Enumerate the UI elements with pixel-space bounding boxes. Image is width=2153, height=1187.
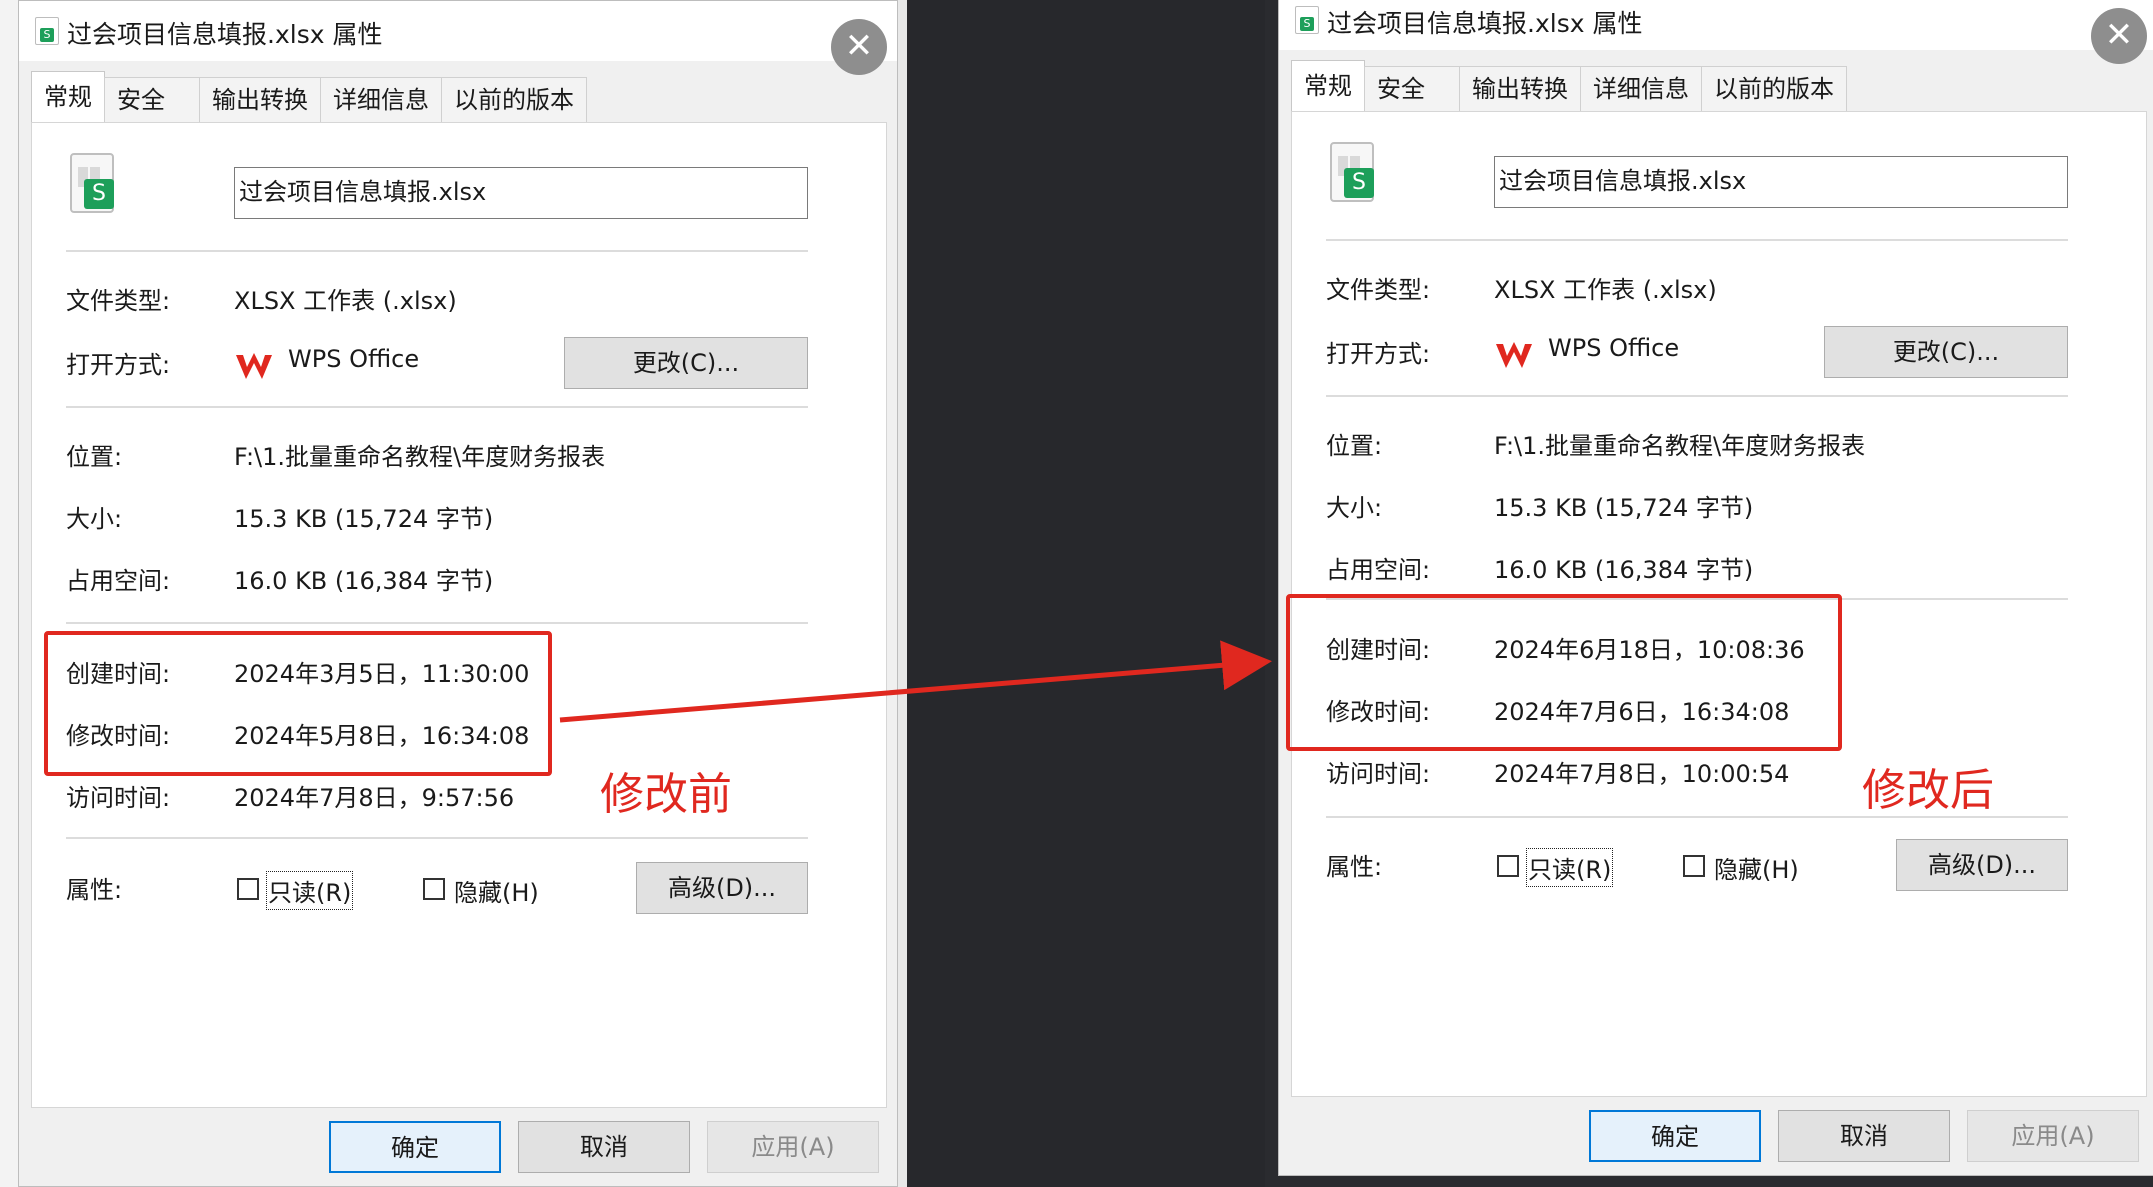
file-type-value: XLSX 工作表 (.xlsx) — [1494, 276, 1717, 304]
location-value: F:\1.批量重命名教程\年度财务报表 — [234, 443, 606, 471]
disk-size-label: 占用空间: — [1326, 556, 1431, 584]
open-with-value: WPS Office — [1548, 334, 1680, 362]
xlsx-file-icon — [1295, 6, 1319, 34]
readonly-label[interactable]: 只读(R) — [1525, 848, 1614, 887]
location-label: 位置: — [1326, 432, 1383, 460]
disk-size-value: 16.0 KB (16,384 字节) — [234, 567, 494, 595]
tab-strip: 常规 安全 输出转换 详细信息 以前的版本 — [31, 71, 587, 123]
ok-button[interactable]: 确定 — [329, 1121, 501, 1173]
tab-general[interactable]: 常规 — [1291, 60, 1365, 111]
tab-details[interactable]: 详细信息 — [320, 77, 442, 122]
size-value: 15.3 KB (15,724 字节) — [234, 505, 494, 533]
size-label: 大小: — [66, 505, 123, 533]
attributes-label: 属性: — [1326, 853, 1383, 881]
annotation-after: 修改后 — [1862, 765, 1994, 816]
separator — [1326, 239, 2068, 241]
xlsx-file-icon: S — [70, 153, 118, 213]
filename-field[interactable]: 过会项目信息填报.xlsx — [1494, 156, 2068, 208]
separator — [66, 250, 808, 252]
xlsx-file-icon: S — [1330, 142, 1378, 202]
size-value: 15.3 KB (15,724 字节) — [1494, 494, 1754, 522]
tab-previous-versions[interactable]: 以前的版本 — [441, 77, 587, 122]
tab-security[interactable]: 安全 — [1364, 66, 1460, 111]
accessed-label: 访问时间: — [1326, 760, 1431, 788]
tab-previous-versions[interactable]: 以前的版本 — [1701, 66, 1847, 111]
accessed-value: 2024年7月8日，10:00:54 — [1494, 760, 1790, 788]
filename-field[interactable]: 过会项目信息填报.xlsx — [234, 167, 808, 219]
open-with-label: 打开方式: — [66, 351, 171, 379]
desktop-background — [907, 0, 1265, 1187]
tab-output-conversion[interactable]: 输出转换 — [199, 77, 321, 122]
separator — [66, 406, 808, 408]
wps-logo-icon — [1496, 342, 1532, 368]
separator — [66, 622, 808, 624]
separator — [66, 837, 808, 839]
tab-details[interactable]: 详细信息 — [1580, 66, 1702, 111]
highlight-box-after — [1286, 594, 1842, 751]
apply-button[interactable]: 应用(A) — [1967, 1110, 2139, 1162]
readonly-label[interactable]: 只读(R) — [265, 871, 354, 910]
file-type-label: 文件类型: — [66, 287, 171, 315]
highlight-box-before — [44, 631, 552, 776]
tab-output-conversion[interactable]: 输出转换 — [1459, 66, 1581, 111]
tab-general[interactable]: 常规 — [31, 71, 105, 122]
change-button[interactable]: 更改(C)... — [564, 337, 808, 389]
readonly-checkbox[interactable] — [1497, 855, 1519, 877]
location-value: F:\1.批量重命名教程\年度财务报表 — [1494, 432, 1866, 460]
hidden-label[interactable]: 隐藏(H) — [1714, 850, 1799, 885]
advanced-button[interactable]: 高级(D)... — [636, 862, 808, 914]
accessed-label: 访问时间: — [66, 784, 171, 812]
window-title: 过会项目信息填报.xlsx 属性 — [67, 20, 383, 49]
window-title: 过会项目信息填报.xlsx 属性 — [1327, 9, 1643, 38]
annotation-before: 修改前 — [600, 769, 732, 820]
apply-button[interactable]: 应用(A) — [707, 1121, 879, 1173]
hidden-checkbox[interactable] — [1683, 855, 1705, 877]
cancel-button[interactable]: 取消 — [518, 1121, 690, 1173]
properties-dialog-after: 过会项目信息填报.xlsx 属性 ✕ 常规 安全 输出转换 详细信息 以前的版本… — [1278, 0, 2153, 1176]
hidden-label[interactable]: 隐藏(H) — [454, 873, 539, 908]
title-bar: 过会项目信息填报.xlsx 属性 ✕ — [1279, 0, 2153, 64]
open-with-label: 打开方式: — [1326, 340, 1431, 368]
disk-size-value: 16.0 KB (16,384 字节) — [1494, 556, 1754, 584]
file-type-label: 文件类型: — [1326, 276, 1431, 304]
separator — [1326, 395, 2068, 397]
title-bar: 过会项目信息填报.xlsx 属性 ✕ — [19, 1, 897, 75]
open-with-value: WPS Office — [288, 345, 420, 373]
advanced-button[interactable]: 高级(D)... — [1896, 839, 2068, 891]
wps-logo-icon — [236, 353, 272, 379]
size-label: 大小: — [1326, 494, 1383, 522]
close-icon[interactable]: ✕ — [831, 19, 887, 75]
general-panel: S 过会项目信息填报.xlsx 文件类型: XLSX 工作表 (.xlsx) 打… — [31, 122, 887, 1108]
xlsx-file-icon — [35, 17, 59, 45]
tab-strip: 常规 安全 输出转换 详细信息 以前的版本 — [1291, 60, 1847, 112]
close-icon[interactable]: ✕ — [2091, 8, 2147, 64]
attributes-label: 属性: — [66, 876, 123, 904]
cancel-button[interactable]: 取消 — [1778, 1110, 1950, 1162]
file-type-value: XLSX 工作表 (.xlsx) — [234, 287, 457, 315]
tab-security[interactable]: 安全 — [104, 77, 200, 122]
readonly-checkbox[interactable] — [237, 878, 259, 900]
change-button[interactable]: 更改(C)... — [1824, 326, 2068, 378]
disk-size-label: 占用空间: — [66, 567, 171, 595]
ok-button[interactable]: 确定 — [1589, 1110, 1761, 1162]
hidden-checkbox[interactable] — [423, 878, 445, 900]
properties-dialog-before: 过会项目信息填报.xlsx 属性 ✕ 常规 安全 输出转换 详细信息 以前的版本… — [18, 0, 898, 1187]
location-label: 位置: — [66, 443, 123, 471]
accessed-value: 2024年7月8日，9:57:56 — [234, 784, 515, 812]
